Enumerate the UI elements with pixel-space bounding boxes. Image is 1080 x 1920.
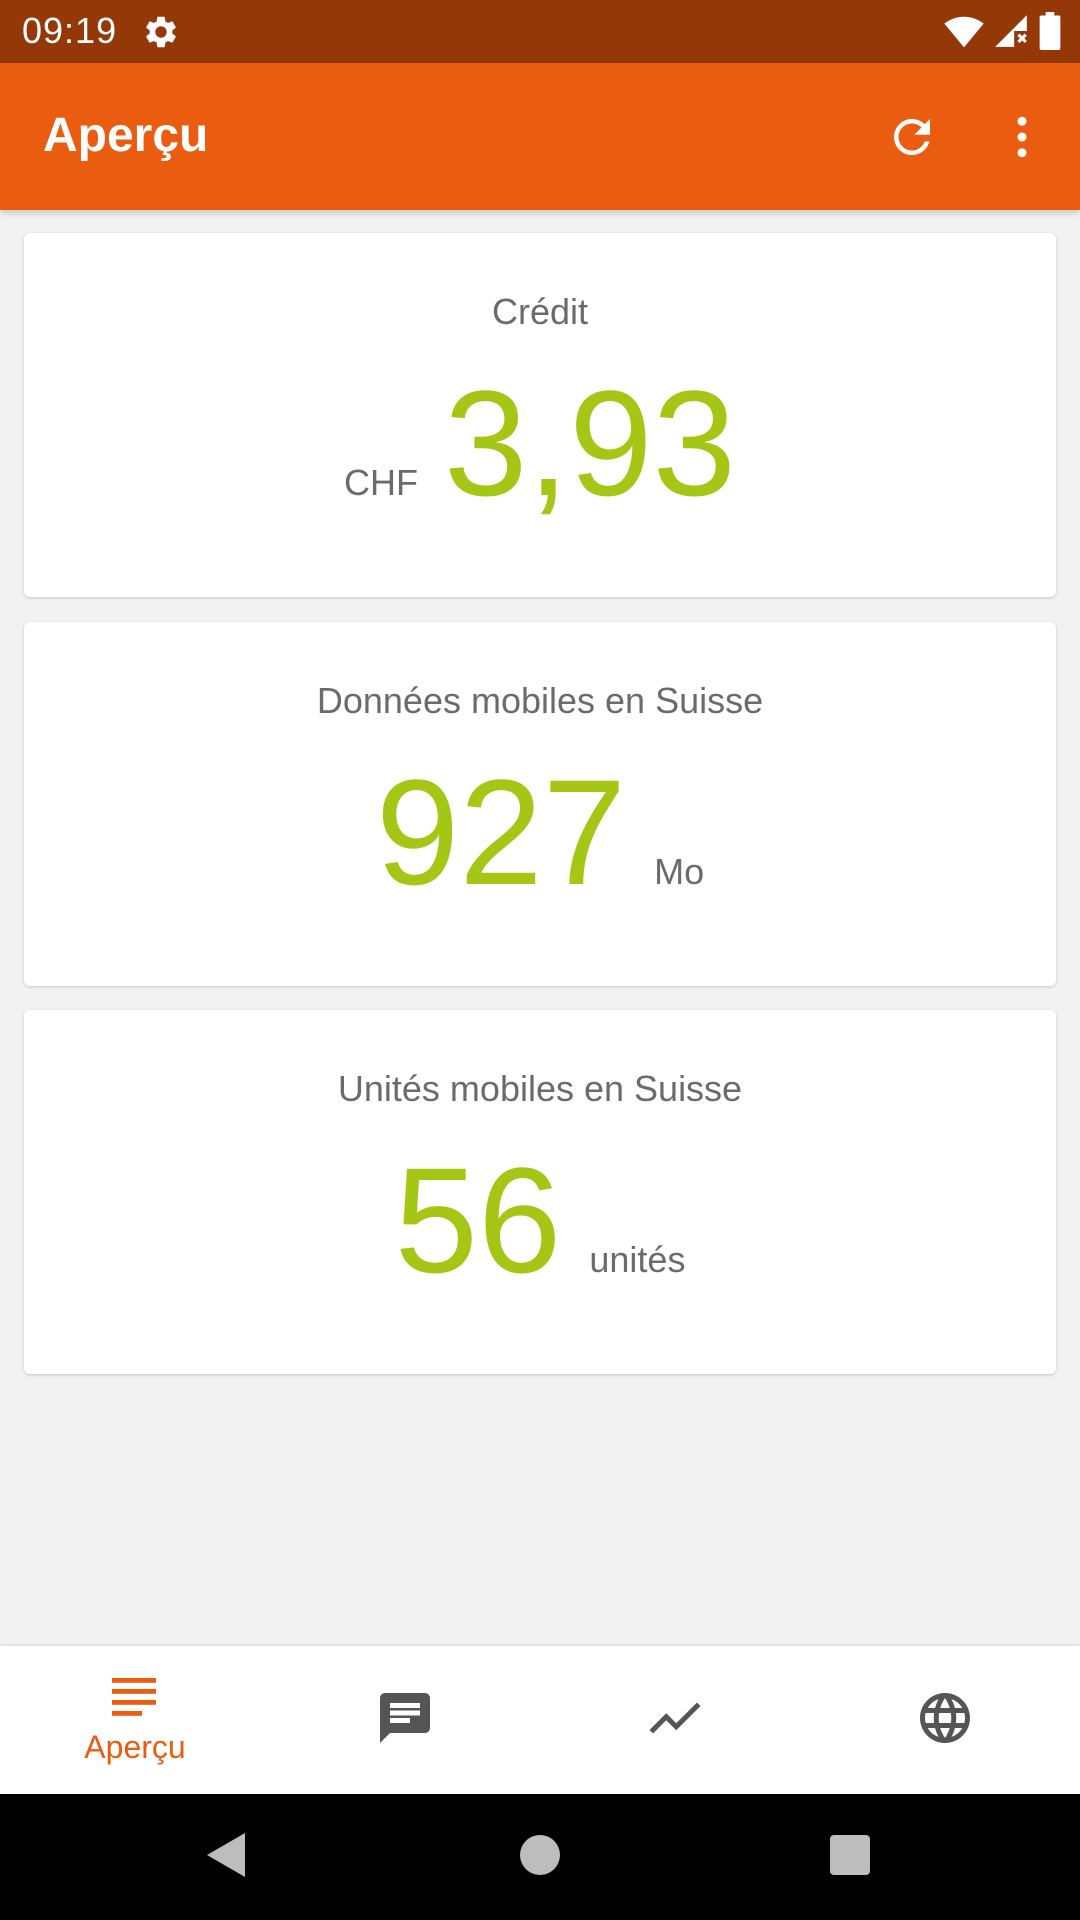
status-time: 09:19 <box>22 10 118 51</box>
nav-item-apercu[interactable]: Aperçu <box>0 1646 270 1794</box>
settings-gear-icon <box>142 13 180 51</box>
mobile-units-unit: unités <box>589 1239 686 1280</box>
nav-label-apercu: Aperçu <box>84 1729 186 1765</box>
home-button[interactable] <box>510 1827 570 1887</box>
recents-button[interactable] <box>820 1827 880 1887</box>
refresh-button[interactable] <box>880 107 944 171</box>
wifi-icon <box>944 13 984 54</box>
home-circle-icon <box>518 1833 562 1882</box>
mobile-units-card[interactable]: Unités mobiles en Suisse 56 unités <box>24 1010 1056 1374</box>
status-bar: 09:19 <box>0 0 1080 63</box>
mobile-data-value-row: 927 Mo <box>24 748 1056 916</box>
more-options-button[interactable] <box>990 107 1054 171</box>
status-icons <box>944 12 1062 55</box>
system-navigation-bar <box>0 1794 1080 1920</box>
back-button[interactable] <box>195 1827 255 1887</box>
mobile-units-value-row: 56 unités <box>24 1136 1056 1304</box>
list-icon <box>110 1674 160 1723</box>
recents-square-icon <box>829 1834 871 1881</box>
more-vert-icon <box>995 110 1049 169</box>
mobile-data-value: 927 <box>375 748 627 916</box>
globe-icon <box>915 1688 975 1753</box>
cell-signal-icon <box>992 12 1030 55</box>
mobile-units-title: Unités mobiles en Suisse <box>337 1068 743 1109</box>
bottom-navigation: Aperçu <box>0 1646 1080 1794</box>
nav-item-roaming[interactable] <box>810 1646 1080 1794</box>
mobile-data-unit: Mo <box>654 851 705 892</box>
mobile-data-card[interactable]: Données mobiles en Suisse 927 Mo <box>24 622 1056 986</box>
credit-value-row: CHF 3,93 <box>24 359 1056 527</box>
nav-item-messages[interactable] <box>270 1646 540 1794</box>
page-title: Aperçu <box>43 109 209 162</box>
mobile-units-value: 56 <box>394 1136 562 1304</box>
nav-item-history[interactable] <box>540 1646 810 1794</box>
back-triangle-icon <box>201 1829 249 1886</box>
message-icon <box>375 1688 435 1753</box>
refresh-icon <box>885 110 939 169</box>
app-bar: Aperçu <box>0 63 1080 210</box>
credit-currency: CHF <box>344 462 419 503</box>
mobile-data-title: Données mobiles en Suisse <box>316 680 764 721</box>
battery-icon <box>1038 12 1062 55</box>
credit-value: 3,93 <box>444 359 736 527</box>
credit-card[interactable]: Crédit CHF 3,93 <box>24 233 1056 597</box>
trending-icon <box>645 1688 705 1753</box>
credit-title: Crédit <box>491 291 589 332</box>
